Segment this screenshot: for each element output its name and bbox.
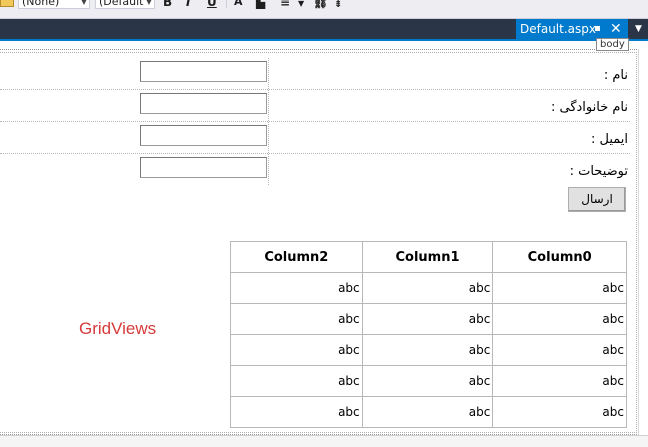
family-name-input[interactable]: [140, 93, 267, 114]
chevron-down-icon: ▼: [80, 0, 87, 6]
cell-guide: [268, 154, 269, 185]
overflow-icon[interactable]: ⇟: [334, 0, 342, 11]
block-format-select[interactable]: (None) ▼: [18, 0, 90, 9]
highlight-color-icon[interactable]: ▙: [256, 0, 265, 8]
column-header[interactable]: Column2: [230, 241, 363, 273]
table-cell[interactable]: abc: [492, 365, 627, 397]
table-cell[interactable]: abc: [492, 334, 627, 366]
close-icon[interactable]: ✕: [610, 19, 622, 39]
design-surface[interactable]: body نام : نام خانوادگی : ایمیل : توضیحا…: [0, 38, 648, 447]
table-cell[interactable]: abc: [492, 272, 627, 304]
submit-button[interactable]: ارسال: [568, 187, 626, 212]
table-cell[interactable]: abc: [230, 365, 363, 397]
vertical-scrollbar[interactable]: [638, 49, 648, 435]
toolbar-separator: [226, 0, 227, 8]
name-input[interactable]: [140, 61, 267, 82]
cell-guide: [268, 58, 269, 89]
table-row: abc abc abc: [230, 272, 627, 304]
block-format-value: (None): [22, 0, 60, 8]
pin-icon[interactable]: ▪: [594, 19, 601, 39]
column-header[interactable]: Column0: [492, 241, 627, 273]
body-tag-badge[interactable]: body: [596, 38, 629, 51]
gridviews-label: GridViews: [79, 319, 157, 338]
description-input[interactable]: [140, 157, 267, 178]
email-label: ایمیل :: [590, 132, 628, 147]
table-row: abc abc abc: [230, 365, 627, 397]
form-row-email: ایمیل :: [0, 122, 630, 154]
table-cell[interactable]: abc: [361, 396, 494, 428]
chevron-down-icon: ▼: [145, 0, 152, 6]
form-row-family: نام خانوادگی :: [0, 90, 630, 122]
link-icon[interactable]: ⛓: [313, 0, 328, 8]
email-input[interactable]: [140, 125, 267, 146]
table-row: abc abc abc: [230, 396, 627, 428]
bold-button[interactable]: B: [163, 0, 172, 8]
table-row: abc abc abc: [230, 303, 627, 335]
table-cell[interactable]: abc: [230, 334, 363, 366]
font-select[interactable]: (Default ▼: [95, 0, 155, 9]
document-tab-strip: Default.aspx ▪ ✕ ▼: [0, 19, 648, 39]
chevron-down-icon[interactable]: ▼: [298, 0, 304, 10]
table-cell[interactable]: abc: [361, 303, 494, 335]
font-value: (Default: [99, 0, 144, 8]
form-row-description: توضیحات :: [0, 154, 630, 186]
name-label: نام :: [603, 68, 628, 83]
table-cell[interactable]: abc: [230, 396, 363, 428]
table-cell[interactable]: abc: [230, 272, 363, 304]
tab-label: Default.aspx: [520, 22, 596, 36]
align-icon[interactable]: ≡: [280, 0, 290, 8]
font-color-icon[interactable]: A: [234, 0, 243, 8]
italic-button[interactable]: I: [186, 0, 190, 8]
table-header-row: Column2 Column1 Column0: [230, 241, 627, 273]
table-row: abc abc abc: [230, 334, 627, 366]
formatting-toolbar: (None) ▼ (Default ▼ B I U A ▙ ≡ ▼ ⛓ ⇟: [0, 0, 648, 19]
column-header[interactable]: Column1: [361, 241, 494, 273]
cell-guide: [268, 90, 269, 121]
table-cell[interactable]: abc: [361, 272, 494, 304]
horizontal-scrollbar[interactable]: [0, 435, 648, 447]
underline-button[interactable]: U: [207, 0, 217, 8]
tab-dropdown-icon[interactable]: ▼: [629, 19, 648, 39]
highlight-icon[interactable]: [0, 0, 14, 7]
cell-guide: [268, 122, 269, 153]
table-cell[interactable]: abc: [492, 396, 627, 428]
table-cell[interactable]: abc: [230, 303, 363, 335]
tab-default-aspx[interactable]: Default.aspx ▪ ✕: [516, 19, 628, 39]
description-label: توضیحات :: [569, 164, 628, 179]
table-cell[interactable]: abc: [492, 303, 627, 335]
form-row-name: نام :: [0, 58, 630, 90]
table-cell[interactable]: abc: [361, 365, 494, 397]
table-cell[interactable]: abc: [361, 334, 494, 366]
gridview-table[interactable]: Column2 Column1 Column0 abc abc abc abc …: [230, 241, 627, 428]
family-name-label: نام خانوادگی :: [550, 100, 628, 115]
